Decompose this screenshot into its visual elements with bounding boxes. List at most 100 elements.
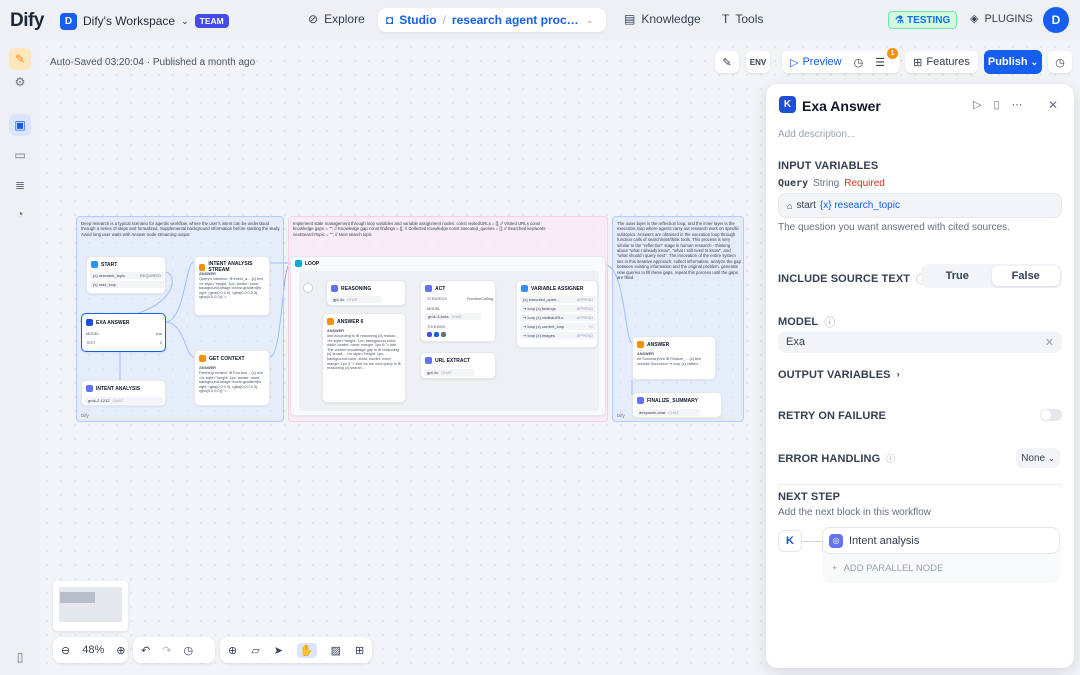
node-title-text: ACT <box>435 285 446 292</box>
assign-var: ⇝ loop {x} visitedURLs <box>523 315 564 320</box>
node-finalize-summary[interactable]: FINALIZE_SUMMARY deepseek-chat CHAT <box>632 392 722 418</box>
history-icon[interactable]: ◷ <box>183 644 193 657</box>
model-select[interactable]: Exa ✕ <box>778 331 1062 353</box>
help-circle-icon[interactable]: ⓘ <box>824 314 835 330</box>
zoom-level[interactable]: 48% <box>82 644 104 656</box>
features-button[interactable]: ⊞ Features <box>905 51 978 73</box>
zoom-out-icon[interactable]: ⊖ <box>61 644 70 657</box>
checklist-icon[interactable]: ☰ <box>875 56 885 69</box>
panel-title[interactable]: Exa Answer <box>802 98 881 114</box>
zoom-in-icon[interactable]: ⊕ <box>116 644 125 657</box>
model-tag: CHAT <box>668 410 679 415</box>
node-intent-analysis[interactable]: INTENT ANALYSIS grok-2-1212 CHAT <box>81 380 166 406</box>
error-handling-select[interactable]: None ⌄ <box>1016 448 1060 468</box>
app-icon[interactable]: ✎ <box>9 48 31 70</box>
assign-op: APPEND <box>576 297 593 302</box>
more-icon[interactable]: ⋯ <box>1012 98 1023 111</box>
llm-icon <box>637 397 644 404</box>
node-final-answer[interactable]: ANSWER ANSWER ## Summary\n\n ⊕ Finalize_… <box>632 336 716 380</box>
grid-icon: ⊞ <box>913 56 923 69</box>
workspace-switcher[interactable]: D Dify's Workspace ⌄ TEAM <box>60 11 229 31</box>
add-note-icon[interactable]: ▱ <box>251 644 259 657</box>
publish-button[interactable]: Publish ⌄ <box>984 50 1042 74</box>
current-node-badge: K <box>778 530 802 552</box>
env-button[interactable]: ENV <box>746 51 770 73</box>
nav-tools[interactable]: T Tools <box>722 12 763 26</box>
model-row: grok-2-1212 CHAT <box>85 397 163 404</box>
assign-var: ⇝ loop {x} images <box>523 333 555 338</box>
model-tag: CHAT <box>112 398 124 403</box>
nav-studio[interactable]: ◘ Studio / research agent process ... ⌄ <box>378 8 606 32</box>
next-node-intent-analysis[interactable]: ◎ Intent analysis <box>822 527 1060 554</box>
assign-op: APPEND <box>576 306 593 311</box>
node-get-context[interactable]: GET CONTEXT ANSWER Fetching context: ⊕ E… <box>194 350 270 406</box>
workspace-avatar: D <box>60 12 77 30</box>
retry-toggle[interactable] <box>1040 409 1062 421</box>
checklist-edit-button[interactable]: ✎ <box>715 51 739 73</box>
node-title: FINALIZE_SUMMARY <box>637 397 698 404</box>
node-title: REASONING <box>331 285 371 292</box>
node-start[interactable]: START {x} research_topic REQUIRED {x} max… <box>86 256 166 294</box>
features-label: Features <box>926 56 970 68</box>
preview-button[interactable]: Preview <box>802 56 841 68</box>
node-act[interactable]: ACT STRATEGY FunctionCalling MODEL grok-3… <box>420 280 496 342</box>
export-image-icon[interactable]: ▨ <box>331 644 341 657</box>
description-input[interactable]: Add description... <box>778 129 855 140</box>
user-avatar[interactable]: D <box>1043 7 1069 33</box>
help-circle-icon[interactable]: ⓘ <box>886 452 895 465</box>
pointer-icon[interactable]: ➤ <box>274 644 283 657</box>
play-icon[interactable]: ▷ <box>790 56 798 69</box>
plugins-link[interactable]: ◈ PLUGINS <box>970 12 1033 26</box>
toolbox-icons <box>427 332 446 337</box>
logs-icon[interactable]: ≣ <box>9 174 31 196</box>
sidebar-toggle-icon[interactable]: ▯ <box>9 646 31 668</box>
query-input[interactable]: ⌂ start {x} research_topic <box>778 193 1062 218</box>
node-variable-assigner[interactable]: VARIABLE ASSIGNER {x} executed_queri... A… <box>516 280 598 348</box>
undo-icon[interactable]: ↶ <box>141 644 150 657</box>
include-source-row: INCLUDE SOURCE TEXT ⓘ <box>778 271 927 287</box>
orchestrate-icon[interactable]: ⚙ <box>9 71 31 93</box>
add-node-icon[interactable]: ⊕ <box>228 644 237 657</box>
node-intent-stream[interactable]: INTENT ANALYSIS STREAM ANSWER Query's in… <box>194 256 270 316</box>
app-name[interactable]: research agent process ... <box>452 13 580 27</box>
var-row: {x} research_topic REQUIRED <box>90 272 164 279</box>
node-answer-6[interactable]: ANSWER 6 ANSWER ### according to ⊕ reaso… <box>322 313 406 403</box>
nav-knowledge-label: Knowledge <box>641 12 701 26</box>
model-tag: CHAT <box>347 297 358 302</box>
assign-var: ⇝ loop {x} findings <box>523 306 556 311</box>
assign-row: ⇝ loop {x} current_loop += <box>520 323 596 330</box>
node-title: START <box>91 261 117 268</box>
run-node-icon[interactable]: ▷ <box>973 98 981 111</box>
nav-knowledge[interactable]: ▤ Knowledge <box>624 12 701 26</box>
node-reasoning[interactable]: REASONING gpt-4o CHAT <box>326 280 406 306</box>
workflow-icon[interactable]: ▣ <box>9 114 31 136</box>
version-history-button[interactable]: ◷ <box>1048 51 1072 73</box>
monitor-icon[interactable]: ◔ <box>9 203 31 225</box>
chevron-down-icon: ⌄ <box>1048 453 1055 463</box>
testing-label: TESTING <box>906 14 951 26</box>
edit-icon: ✎ <box>722 56 732 69</box>
true-option[interactable]: True <box>923 266 992 286</box>
dify-logo[interactable]: Dify <box>10 10 44 32</box>
node-title-text: INTENT ANALYSIS <box>96 385 141 392</box>
chevron-down-icon[interactable]: ⌄ <box>586 15 594 26</box>
node-exa-answer[interactable]: EXA ANSWER MODEL exa TEXT 0 <box>81 313 166 352</box>
hand-icon[interactable]: ✋ <box>296 642 317 658</box>
nav-explore[interactable]: ⊘ Explore <box>308 12 365 26</box>
add-parallel-node-button[interactable]: + ADD PARALLEL NODE <box>832 563 943 574</box>
clear-icon[interactable]: ✕ <box>1045 336 1054 349</box>
pencil-icon: ✎ <box>14 52 26 66</box>
help-book-icon[interactable]: ▯ <box>993 98 999 111</box>
close-icon[interactable]: ✕ <box>1048 98 1058 112</box>
output-variables-toggle[interactable]: OUTPUT VARIABLES › <box>778 369 900 381</box>
history-icon[interactable]: ◷ <box>854 56 864 69</box>
plus-icon: + <box>832 563 838 574</box>
terminal-icon[interactable]: ▭ <box>9 144 31 166</box>
redo-icon[interactable]: ↷ <box>162 644 171 657</box>
minimap[interactable] <box>53 581 128 631</box>
history-icon: ◷ <box>1055 56 1065 69</box>
node-url-extract[interactable]: URL EXTRACT gpt-4o CHAT <box>420 352 496 379</box>
nav-tools-label: Tools <box>735 12 764 26</box>
organize-icon[interactable]: ⊞ <box>355 644 364 657</box>
false-option[interactable]: False <box>991 266 1060 286</box>
